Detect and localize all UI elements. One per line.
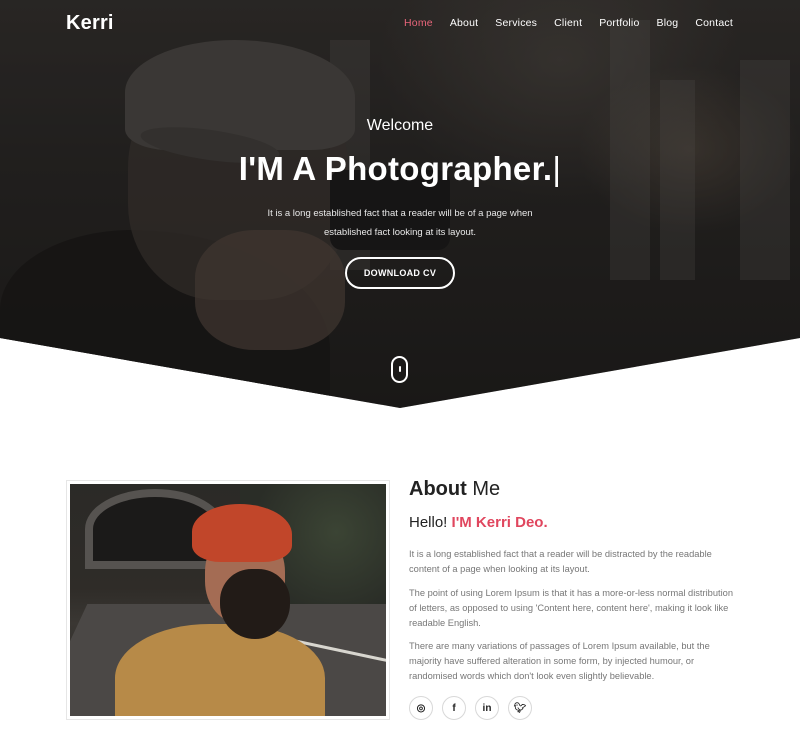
nav-item-blog[interactable]: Blog [657,17,679,29]
nav-item-about[interactable]: About [450,17,478,29]
about-paragraph: There are many variations of passages of… [409,641,710,681]
mouse-wheel [398,366,401,372]
dribbble-icon[interactable]: ◎ [409,696,433,720]
hero-welcome: Welcome [366,117,434,134]
photo-man-body [115,624,325,716]
nav-item-contact[interactable]: Contact [695,17,733,29]
nav-item-client[interactable]: Client [554,17,582,29]
photo-man-beanie [192,504,292,562]
about-photo [66,480,390,720]
facebook-icon[interactable]: f [442,696,466,720]
typing-cursor: | [552,150,562,187]
hero-description: It is a long established fact that a rea… [267,208,533,238]
photo-man-beard [220,569,290,639]
about-title-bold: About [409,478,467,500]
site-logo[interactable]: Kerri [66,12,114,35]
nav-item-portfolio[interactable]: Portfolio [599,17,639,29]
about-hello: Hello! I'M Kerri Deo. [409,514,548,531]
nav-item-services[interactable]: Services [495,17,537,29]
about-title: About Me [409,478,500,501]
about-paragraph: The point of using Lorem Ipsum is that i… [409,588,733,628]
hello-text: Hello! [409,514,448,531]
social-links: ◎ f in 🐦︎ [409,696,541,720]
linkedin-icon[interactable]: in [475,696,499,720]
about-photo-image [70,484,386,716]
twitter-icon[interactable]: 🐦︎ [508,696,532,720]
download-cv-button[interactable]: DOWNLOAD CV [345,257,455,289]
about-paragraph: It is a long established fact that a rea… [409,549,712,574]
mouse-scroll-icon[interactable] [391,356,408,383]
hero-headline-text: I'M A Photographer. [238,150,553,187]
about-title-light: Me [472,478,501,500]
about-name: I'M Kerri Deo. [451,514,548,531]
nav-item-home[interactable]: Home [404,17,433,29]
main-nav: Home About Services Client Portfolio Blo… [404,17,750,29]
hero-headline: I'M A Photographer.| [0,150,800,188]
